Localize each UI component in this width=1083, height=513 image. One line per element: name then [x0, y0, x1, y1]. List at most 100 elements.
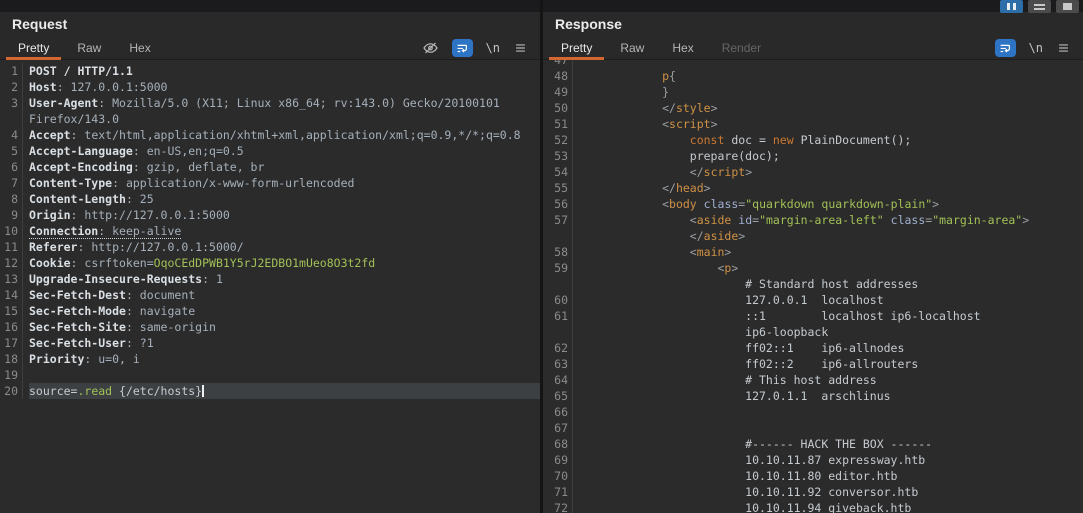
line-number: 20	[0, 383, 23, 399]
code-line[interactable]: 7 Content-Type: application/x-www-form-ur…	[0, 175, 540, 191]
code-line[interactable]: 16 Sec-Fetch-Site: same-origin	[0, 319, 540, 335]
line-number: 5	[0, 143, 23, 159]
code-line[interactable]: 15 Sec-Fetch-Mode: navigate	[0, 303, 540, 319]
response-editor[interactable]: 47 48 p{49 } 50 </style> 51 <script> 52 cons…	[543, 60, 1083, 513]
request-toolbar: \n	[422, 36, 540, 59]
code-line[interactable]: 70 10.10.11.80 editor.htb	[543, 468, 1083, 484]
line-number: 68	[543, 436, 573, 452]
stop-button[interactable]	[1056, 0, 1079, 13]
code-line[interactable]: 63 ff02::2 ip6-allrouters	[543, 356, 1083, 372]
request-tab-hex[interactable]: Hex	[115, 36, 164, 59]
panel-divider[interactable]	[540, 0, 543, 513]
line-number	[543, 324, 573, 340]
wrap-toggle-icon[interactable]	[451, 38, 473, 57]
code-line[interactable]: 11 Referer: http://127.0.0.1:5000/	[0, 239, 540, 255]
pause-icon	[1007, 3, 1016, 10]
code-line[interactable]: 55 </head>	[543, 180, 1083, 196]
code-text: Priority: u=0, i	[29, 352, 140, 366]
code-line[interactable]: 59 <p>	[543, 260, 1083, 276]
code-text: Upgrade-Insecure-Requests: 1	[29, 272, 223, 286]
code-line[interactable]: 47	[543, 60, 1083, 68]
line-number: 60	[543, 292, 573, 308]
code-line[interactable]: 14 Sec-Fetch-Dest: document	[0, 287, 540, 303]
code-line[interactable]: 61 ::1 localhost ip6-localhost	[543, 308, 1083, 324]
code-line[interactable]: 71 10.10.11.92 conversor.htb	[543, 484, 1083, 500]
code-line[interactable]: 52 const doc = new PlainDocument();	[543, 132, 1083, 148]
line-number: 58	[543, 244, 573, 260]
response-tab-pretty[interactable]: Pretty	[547, 36, 606, 60]
newline-icon[interactable]: \n	[486, 41, 500, 55]
code-line[interactable]: 9 Origin: http://127.0.0.1:5000	[0, 207, 540, 223]
layout-button[interactable]	[1028, 0, 1051, 13]
code-text: prepare(doc);	[579, 149, 780, 163]
code-line[interactable]: 2 Host: 127.0.0.1:5000	[0, 79, 540, 95]
code-text: </style>	[662, 101, 718, 115]
code-line[interactable]: </aside>	[543, 228, 1083, 244]
request-tab-raw[interactable]: Raw	[63, 36, 115, 59]
code-line[interactable]: 68 #------ HACK THE BOX ------	[543, 436, 1083, 452]
response-tab-hex[interactable]: Hex	[658, 36, 707, 59]
code-line[interactable]: 56 <body class="quarkdown quarkdown-plai…	[543, 196, 1083, 212]
code-line[interactable]: 69 10.10.11.87 expressway.htb	[543, 452, 1083, 468]
code-text: Sec-Fetch-Site: same-origin	[29, 320, 216, 334]
code-line[interactable]: 51 <script>	[543, 116, 1083, 132]
code-line[interactable]: 67	[543, 420, 1083, 436]
code-line[interactable]: 57 <aside id="margin-area-left" class="m…	[543, 212, 1083, 228]
code-text: Accept-Encoding: gzip, deflate, br	[29, 160, 265, 174]
line-number: 18	[0, 351, 23, 367]
code-line[interactable]: 17 Sec-Fetch-User: ?1	[0, 335, 540, 351]
code-line[interactable]: 54 </script>	[543, 164, 1083, 180]
response-tab-bar: Pretty Raw Hex Render \n	[543, 36, 1083, 60]
request-editor[interactable]: 1 POST / HTTP/1.1 2 Host: 127.0.0.1:5000 3 Us…	[0, 60, 540, 513]
line-number: 61	[543, 308, 573, 324]
code-line[interactable]: 72 10.10.11.94 giveback.htb	[543, 500, 1083, 513]
wrap-toggle-icon[interactable]	[994, 38, 1016, 57]
request-tab-pretty[interactable]: Pretty	[4, 36, 63, 60]
code-line[interactable]: ip6-loopback	[543, 324, 1083, 340]
hide-eye-icon[interactable]	[422, 40, 439, 56]
code-line[interactable]: 12 Cookie: csrftoken=OqoCEdDPWB1Y5rJ2EDBO…	[0, 255, 540, 271]
code-line[interactable]: 4 Accept: text/html,application/xhtml+xml…	[0, 127, 540, 143]
pause-button[interactable]	[1000, 0, 1023, 13]
code-line[interactable]: 10 Connection: keep-alive	[0, 223, 540, 239]
code-text: <main>	[689, 245, 732, 259]
line-number: 9	[0, 207, 23, 223]
code-line[interactable]: 18 Priority: u=0, i	[0, 351, 540, 367]
line-number: 57	[543, 212, 573, 228]
code-line[interactable]: Firefox/143.0	[0, 111, 540, 127]
line-number: 16	[0, 319, 23, 335]
menu-icon[interactable]	[1056, 41, 1071, 55]
code-line[interactable]: 20 source=.read {/etc/hosts}	[0, 383, 540, 399]
response-tab-raw[interactable]: Raw	[606, 36, 658, 59]
code-line[interactable]: 8 Content-Length: 25	[0, 191, 540, 207]
code-line[interactable]: 13 Upgrade-Insecure-Requests: 1	[0, 271, 540, 287]
code-line[interactable]: 58 <main>	[543, 244, 1083, 260]
newline-icon[interactable]: \n	[1029, 41, 1043, 55]
code-line[interactable]: 65 127.0.1.1 arschlinus	[543, 388, 1083, 404]
menu-icon[interactable]	[513, 41, 528, 55]
code-line[interactable]: 1 POST / HTTP/1.1	[0, 63, 540, 79]
code-line[interactable]: 64 # This host address	[543, 372, 1083, 388]
code-text: 10.10.11.87 expressway.htb	[579, 453, 926, 467]
code-line[interactable]: 5 Accept-Language: en-US,en;q=0.5	[0, 143, 540, 159]
code-line[interactable]: 66	[543, 404, 1083, 420]
code-text: 127.0.1.1 arschlinus	[579, 389, 891, 403]
code-line[interactable]: 53 prepare(doc);	[543, 148, 1083, 164]
line-number: 17	[0, 335, 23, 351]
code-line[interactable]: 49 }	[543, 84, 1083, 100]
response-tab-render[interactable]: Render	[708, 36, 775, 59]
code-line[interactable]: 50 </style>	[543, 100, 1083, 116]
code-line[interactable]: 3 User-Agent: Mozilla/5.0 (X11; Linux x86…	[0, 95, 540, 111]
code-line[interactable]: 19	[0, 367, 540, 383]
code-text: # This host address	[579, 373, 877, 387]
code-line[interactable]: 48 p{	[543, 68, 1083, 84]
code-text: </head>	[662, 181, 711, 195]
code-line[interactable]: 60 127.0.0.1 localhost	[543, 292, 1083, 308]
code-line[interactable]: 6 Accept-Encoding: gzip, deflate, br	[0, 159, 540, 175]
line-number: 69	[543, 452, 573, 468]
code-line[interactable]: # Standard host addresses	[543, 276, 1083, 292]
line-number: 49	[543, 84, 573, 100]
code-line[interactable]: 62 ff02::1 ip6-allnodes	[543, 340, 1083, 356]
